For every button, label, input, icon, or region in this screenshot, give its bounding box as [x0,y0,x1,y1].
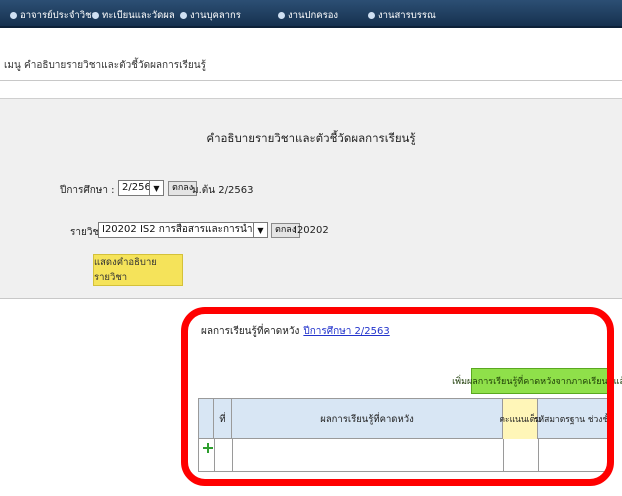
year-info: ม.ต้น 2/2563 [192,185,254,196]
nav-item-label: ทะเบียนและวัดผล [102,9,175,21]
subject-select[interactable]: I20202 IS2 การสื่อสารและการนำเสนอ [ 1.0 … [98,222,254,238]
column-divider [232,439,233,472]
circle-bullet-icon [180,11,187,19]
nav-item-instructor[interactable]: อาจารย์ประจำวิชา [10,8,97,22]
results-heading: ผลการเรียนรู้ที่คาดหวัง ปีการศึกษา 2/2563 [201,324,390,339]
circle-bullet-icon [92,11,99,19]
column-divider [214,439,215,472]
nav-item-correspondence[interactable]: งานสารบรรณ [368,8,436,22]
column-header-blank [199,399,214,439]
column-divider [503,439,504,472]
nav-item-label: งานสารบรรณ [378,9,436,21]
breadcrumb: เมนู คำอธิบายรายวิชาและตัวชี้วัดผลการเรี… [4,60,206,71]
divider [0,80,622,81]
add-from-previous-term-button[interactable]: เพิ่มผลการเรียนรู้ที่คาดหวังจากภาคเรียนท… [452,368,622,394]
divider [0,298,622,299]
circle-bullet-icon [10,11,17,19]
nav-item-registration[interactable]: ทะเบียนและวัดผล [92,8,175,22]
nav-item-label: งานปกครอง [288,9,339,21]
results-title: ผลการเรียนรู้ที่คาดหวัง [201,326,300,337]
subject-info: I20202 [294,225,329,236]
nav-item-discipline[interactable]: งานปกครอง [278,8,338,22]
circle-bullet-icon [278,11,285,19]
chevron-down-icon[interactable]: ▼ [254,222,268,238]
year-label: ปีการศึกษา : [60,185,115,196]
results-year-link[interactable]: ปีการศึกษา 2/2563 [303,326,389,337]
year-select[interactable]: 2/2563 [118,180,150,196]
column-header-no: ที่ [214,399,232,439]
nav-item-label: อาจารย์ประจำวิชา [20,9,97,21]
table-header: ที่ ผลการเรียนรู้ที่คาดหวัง คะแนนเต็ม รห… [199,399,615,439]
plus-icon[interactable] [203,443,213,453]
chevron-down-icon[interactable]: ▼ [150,180,164,196]
show-description-button[interactable]: แสดงคำอธิบายรายวิชา [93,254,183,286]
nav-item-personnel[interactable]: งานบุคลากร [180,8,241,22]
column-divider [538,439,539,472]
learning-outcomes-table: ที่ ผลการเรียนรู้ที่คาดหวัง คะแนนเต็ม รห… [198,398,615,472]
page-title: คำอธิบายรายวิชาและตัวชี้วัดผลการเรียนรู้ [206,131,416,145]
column-header-standard-code: รหัสมาตรฐาน ช่วงชั้น [533,415,615,425]
column-header-outcome: ผลการเรียนรู้ที่คาดหวัง [232,399,503,439]
column-header-full-score: คะแนนเต็ม [499,399,541,439]
top-navigation-bar: อาจารย์ประจำวิชา ทะเบียนและวัดผล งานบุคล… [0,0,622,28]
nav-item-label: งานบุคลากร [190,9,241,21]
circle-bullet-icon [368,11,375,19]
